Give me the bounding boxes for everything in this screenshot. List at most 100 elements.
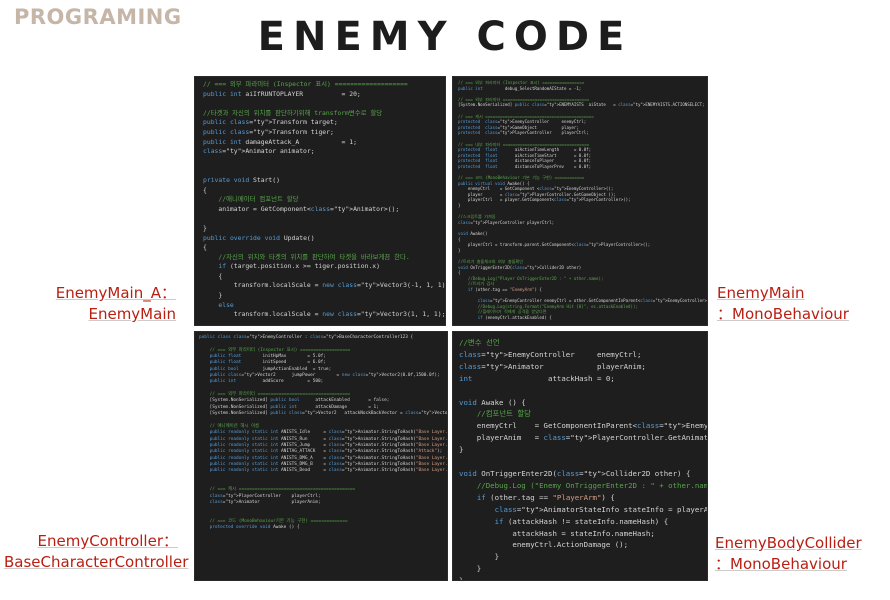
code-line: public int aiIfRUNTOPLAYER = 20; (203, 89, 361, 98)
code-line: // === 코드 (MonoBehaviour 기본 기능 구현) =====… (458, 175, 585, 181)
code-line: public readonly static int ANISTS_Dead =… (209, 468, 379, 474)
code-line: //자신의 위치와 타겟의 위치를 판단하여 타겟을 바라보게끔 한다. (218, 252, 410, 261)
code-line: // === 외부 파라미터 (Inspector 표시) ==========… (458, 80, 585, 85)
code-line: // === 외부 파라미터 =========================… (458, 96, 590, 102)
code-line: public class="ty">Vector2 (209, 373, 276, 379)
caption-line: EnemyMain (88, 305, 176, 323)
code-line: void OnTriggerEnter2D(class="ty">Collide… (459, 468, 651, 478)
code-line: public class="ty">Transform (203, 127, 307, 136)
code-line: //스크립트를 가져옴 (458, 214, 496, 220)
code-line: { (458, 270, 461, 276)
code-line: if (other.tag == "PlayerArm") { (476, 492, 615, 502)
code-line: { (458, 236, 461, 242)
code-line: // === 코드 (MonoBehaviour기본 기능 구현) ======… (209, 518, 348, 524)
code-line: if (target.position.x >= tiger.position.… (218, 262, 380, 271)
code-line: } (459, 576, 464, 581)
code-line: playerCtrl = transform.parent.GetCompone… (458, 242, 641, 248)
code-line: protected class="ty">PlayerController (458, 130, 552, 136)
code-line: } (458, 203, 461, 209)
code-line: public readonly static int ANITAG_ATTACK… (209, 449, 379, 455)
code-line: player = class="ty">PlayerController (458, 191, 572, 197)
caption-enemy-main: EnemyMain ：MonoBehaviour (717, 283, 885, 325)
caption-enemy-main-a: EnemyMain_A： EnemyMain (40, 283, 176, 325)
code-line: } (203, 291, 223, 300)
code-line: // === 캐시 ==============================… (209, 487, 356, 493)
code-line: //Debug.Log(string.Format("EnemyArm Hit … (477, 303, 638, 309)
code-line: protected override void Awake () { (209, 525, 300, 531)
code-block: //변수 선언 class="ty">EnemyController enemy… (453, 332, 708, 581)
code-line: class="ty">AnimatorStateInfo (494, 504, 620, 514)
code-block: // === 외부 파라미터 (Inspector 표시) ==========… (458, 80, 707, 320)
code-line: public class="ty">Transform (203, 118, 307, 127)
code-line: { (203, 243, 207, 252)
code-line: enemyCtrl.ActionDamage (); (459, 540, 629, 550)
code-line: [System.NonSerialized] public int attack… (199, 404, 379, 410)
code-line: attackHash = stateInfo.nameHash; (459, 528, 655, 538)
code-line: // === 외부 파라미터 =========================… (209, 392, 351, 398)
code-line: protected float distanceToPlayer = 0.0f; (458, 158, 592, 164)
code-line: } (458, 247, 461, 253)
caption-line: EnemyMain_A： (55, 284, 176, 302)
code-line: // === 캐시 ==============================… (458, 113, 594, 119)
code-line: //컴포넌트 할당 (476, 409, 531, 419)
caption-line: EnemyMain (717, 284, 805, 302)
code-line: animator = GetComponent<class="ty">Anima… (203, 204, 384, 213)
code-line: protected float distanceToPlayerPrev = 0… (458, 163, 592, 169)
code-line: class="ty">EnemyController (459, 349, 575, 359)
caption-enemy-controller: EnemyController： BaseCharacterController (4, 531, 189, 573)
code-line: [System.NonSerialized] public class="ty"… (199, 411, 337, 417)
code-line: if (other.tag == "EnemyArm") { (467, 286, 542, 292)
code-line: [System.NonSerialized] public bool attac… (199, 398, 390, 404)
code-line: class="ty">Animator (459, 361, 544, 371)
code-line: public float initSpeed = 6.0f; (209, 360, 326, 366)
code-line: void OnTriggerEnter2D(class="ty">Collide… (458, 264, 564, 270)
code-line: class="ty">EnemyController (477, 298, 542, 304)
code-line: } (459, 552, 500, 562)
code-line: public int damageAttack_A = 1; (203, 137, 357, 146)
code-line: //타겟과 자신의 위치를 판단하기위해 transform변수로 할당 (203, 108, 383, 117)
code-line: // 애니메이션 해시 이름 (209, 423, 260, 429)
code-line: protected class="ty">EnemyController (458, 119, 550, 125)
code-line: protected class="ty">GameObject (458, 124, 537, 130)
code-line: //변수 선언 (459, 338, 500, 347)
code-line: class="ty">Animator (209, 499, 260, 505)
caption-line: BaseCharacterController (4, 553, 189, 571)
code-line: public float initHpMax = 5.0f; (209, 354, 326, 360)
code-line: transform.localScale = new class="ty">Ve… (203, 310, 407, 319)
code-line: // === 외부 파라미터 (Inspector 표시) ==========… (203, 80, 408, 88)
code-line: public readonly static int ANISTS_Idle =… (209, 430, 379, 436)
code-panel-enemy-main: // === 외부 파라미터 (Inspector 표시) ==========… (452, 76, 708, 326)
code-line: void Awake() (458, 231, 488, 237)
code-line: // === 내부 파라미터 =========================… (458, 141, 590, 147)
code-line: public class class="ty">EnemyController (199, 335, 303, 340)
code-line: } (203, 223, 207, 232)
code-block: // === 외부 파라미터 (Inspector 표시) ==========… (203, 80, 446, 319)
code-block: public class class="ty">EnemyController … (199, 335, 448, 531)
code-line: //플레이어가 적에게 공격을 받았다면 (477, 309, 547, 315)
code-line: protected float aiActionTimeStart = 0.0f… (458, 152, 592, 158)
code-line: public int addScore = 500; (209, 379, 324, 385)
code-line: else (218, 300, 234, 309)
code-line: class="ty">PlayerController (458, 219, 525, 225)
code-line: protected float aiActionTimeLength = 0.0… (458, 147, 592, 153)
code-line: } (459, 564, 482, 574)
page-title: ENEMY CODE (257, 14, 633, 60)
code-line: { (203, 185, 207, 194)
code-line: public virtual void Awake() { (458, 180, 530, 186)
code-line: public override void Update() (203, 233, 315, 242)
code-line: public readonly static int ANISTS_DMG_B … (209, 461, 379, 467)
code-line: playerCtrl = player.GetComponent<class="… (458, 197, 621, 203)
caption-enemy-body-collider: EnemyBodyCollider ：MonoBehaviour (715, 533, 885, 575)
code-line: class="ty">PlayerController (209, 493, 281, 499)
code-line: { (203, 271, 223, 280)
code-line: public int debug_SelectRandomAIState = -… (458, 85, 582, 91)
code-line: private void Start() (203, 175, 280, 184)
code-line: enemyCtrl = GetComponentInParent<class="… (459, 421, 708, 431)
code-line: void Awake () { (459, 397, 526, 407)
code-line: class="ty">Animator (203, 147, 277, 156)
code-panel-enemy-body-collider: //변수 선언 class="ty">EnemyController enemy… (452, 331, 708, 581)
code-line: // === 외부 파라미터 (Inspector 표시) ==========… (209, 347, 351, 353)
code-panel-enemy-main-a: // === 외부 파라미터 (Inspector 표시) ==========… (194, 76, 446, 326)
code-panel-enemy-controller: public class class="ty">EnemyController … (194, 331, 448, 581)
code-line: } (459, 445, 464, 455)
